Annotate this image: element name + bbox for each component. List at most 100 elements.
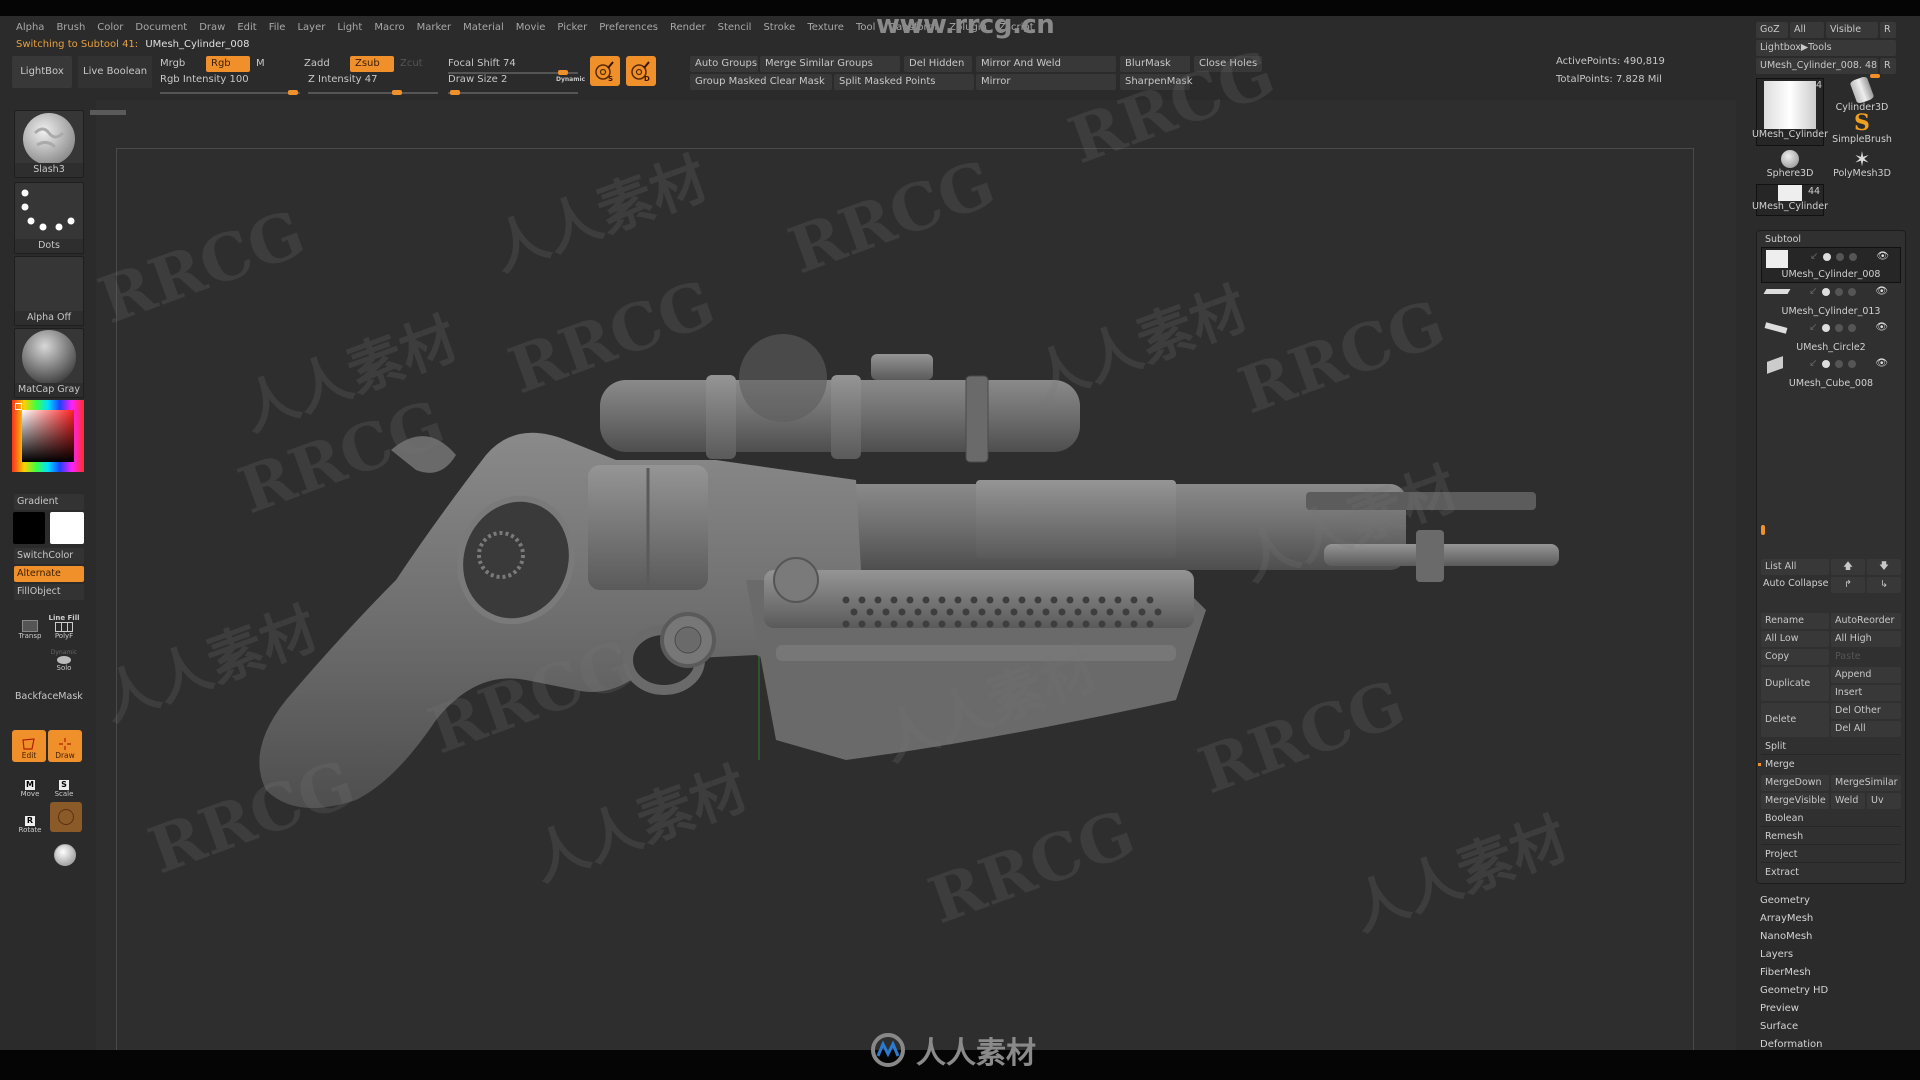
subtool-item[interactable]: ↙ 👁 UMesh_Cube_008 [1761, 355, 1901, 391]
menu-stroke[interactable]: Stroke [757, 20, 801, 36]
draw-mode-button[interactable]: Draw [48, 730, 82, 762]
polypaint-toggle[interactable] [1822, 323, 1831, 332]
section-deformation[interactable]: Deformation [1760, 1039, 1822, 1050]
all-low-button[interactable]: All Low [1761, 631, 1829, 647]
del-hidden-button[interactable]: Del Hidden [904, 56, 972, 72]
slider-knob[interactable] [392, 90, 402, 95]
polyf-button[interactable]: Line Fill PolyF [48, 610, 80, 640]
tool-thumb-polymesh3d[interactable]: ✶ PolyMesh3D [1828, 149, 1896, 179]
menu-stencil[interactable]: Stencil [712, 20, 758, 36]
menu-marker[interactable]: Marker [411, 20, 458, 36]
main-color-swatch[interactable] [13, 512, 45, 544]
menu-draw[interactable]: Draw [193, 20, 231, 36]
shadow-toggle[interactable] [1836, 252, 1845, 261]
shadow-toggle[interactable] [1835, 359, 1844, 368]
extract-section[interactable]: Extract [1761, 865, 1901, 881]
solo-toggle[interactable] [1848, 323, 1857, 332]
section-geometry[interactable]: Geometry [1760, 895, 1810, 906]
insert-button[interactable]: Insert [1831, 685, 1901, 701]
solo-button[interactable]: Dynamic Solo [48, 642, 80, 672]
mirror-button[interactable]: Mirror [976, 74, 1116, 90]
auto-groups-button[interactable]: Auto Groups [690, 56, 758, 72]
boolean-section[interactable]: Boolean [1761, 811, 1901, 827]
merge-section[interactable]: Merge [1761, 757, 1901, 773]
paste-button[interactable]: Paste [1831, 649, 1901, 665]
m-button[interactable]: M [256, 57, 265, 71]
canvas-viewport[interactable]: RRCG 人人素材 RRCG RRCG 人人素材 人人素材 RRCG RRCG … [90, 36, 1736, 1066]
gun-model[interactable] [96, 100, 1736, 1066]
gizmo-button[interactable] [50, 802, 82, 832]
color-picker[interactable] [12, 400, 84, 472]
subtool-scroll-indicator[interactable] [1761, 525, 1765, 535]
zcut-button[interactable]: Zcut [400, 57, 423, 71]
section-surface[interactable]: Surface [1760, 1021, 1798, 1032]
solo-toggle[interactable] [1848, 359, 1857, 368]
menu-texture[interactable]: Texture [801, 20, 850, 36]
move-up-button[interactable]: 🡅 [1831, 559, 1865, 575]
polypaint-toggle[interactable] [1823, 252, 1832, 261]
delete-button[interactable]: Delete [1761, 703, 1829, 737]
scale-mode-button[interactable]: S Scale [48, 768, 80, 798]
duplicate-button[interactable]: Duplicate [1761, 667, 1829, 701]
shadow-toggle[interactable] [1835, 323, 1844, 332]
copy-button[interactable]: Copy [1761, 649, 1829, 665]
eye-icon[interactable]: 👁 [1875, 286, 1888, 297]
rgb-button[interactable]: Rgb [206, 56, 250, 72]
auto-reorder-button[interactable]: AutoReorder [1831, 613, 1901, 629]
del-all-button[interactable]: Del All [1831, 721, 1901, 737]
menu-macro[interactable]: Macro [368, 20, 410, 36]
r-button-2[interactable]: R [1880, 58, 1896, 74]
current-tool-slider[interactable]: UMesh_Cylinder_008. 48 [1756, 58, 1878, 74]
section-layers[interactable]: Layers [1760, 949, 1793, 960]
menu-light[interactable]: Light [331, 20, 368, 36]
menu-alpha[interactable]: Alpha [10, 20, 50, 36]
split-masked-points-button[interactable]: Split Masked Points [834, 74, 974, 90]
solo-toggle[interactable] [1848, 287, 1857, 296]
switch-color-button[interactable]: SwitchColor [14, 548, 84, 564]
document-tab[interactable] [90, 110, 126, 115]
sharpen-mask-button[interactable]: SharpenMask [1120, 74, 1193, 90]
uv-button[interactable]: Uv [1867, 793, 1901, 809]
list-all-button[interactable]: List All [1761, 559, 1829, 575]
turn-right-button[interactable]: ↱ [1831, 577, 1865, 593]
eye-icon[interactable]: 👁 [1876, 251, 1889, 262]
split-section[interactable]: Split [1761, 739, 1901, 755]
section-preview[interactable]: Preview [1760, 1003, 1799, 1014]
section-geometry-hd[interactable]: Geometry HD [1760, 985, 1828, 996]
polypaint-toggle[interactable] [1822, 359, 1831, 368]
shadow-toggle[interactable] [1835, 287, 1844, 296]
fill-object-button[interactable]: FillObject [14, 584, 84, 600]
dynamic-toggle[interactable]: Dynamic [556, 76, 585, 83]
rotate-mode-button[interactable]: R Rotate [14, 804, 46, 834]
transp-button[interactable]: Transp [14, 610, 46, 640]
move-down-button[interactable]: 🡇 [1867, 559, 1901, 575]
auto-collapse-button[interactable]: Auto Collapse [1763, 578, 1828, 589]
section-fibermesh[interactable]: FiberMesh [1760, 967, 1811, 978]
zadd-button[interactable]: Zadd [304, 57, 330, 71]
merge-similar-groups-button[interactable]: Merge Similar Groups [760, 56, 900, 72]
turn-down-button[interactable]: ↳ [1867, 577, 1901, 593]
menu-preferences[interactable]: Preferences [593, 20, 664, 36]
sculptris-d-button[interactable]: D [626, 56, 656, 86]
visible-button[interactable]: Visible [1826, 22, 1878, 38]
material-picker[interactable]: MatCap Gray [14, 328, 84, 398]
subtool-title[interactable]: Subtool [1765, 234, 1801, 245]
section-arraymesh[interactable]: ArrayMesh [1760, 913, 1813, 924]
lightbox-tools-button[interactable]: Lightbox▶Tools [1756, 40, 1896, 56]
menu-file[interactable]: File [263, 20, 292, 36]
tool-thumb-sphere3d[interactable]: Sphere3D [1756, 150, 1824, 179]
eye-icon[interactable]: 👁 [1875, 358, 1888, 369]
group-masked-clear-mask-button[interactable]: Group Masked Clear Mask [690, 74, 832, 90]
lightbox-button[interactable]: LightBox [12, 56, 72, 88]
brush-picker[interactable]: Slash3 [14, 110, 84, 178]
z-intensity-slider[interactable] [308, 90, 438, 95]
secondary-color-swatch[interactable] [50, 512, 84, 544]
subtool-item-active[interactable]: ↙ 👁 UMesh_Cylinder_008 [1761, 247, 1901, 283]
spotlight-icon[interactable] [54, 844, 76, 866]
append-button[interactable]: Append [1831, 667, 1901, 683]
polypaint-toggle[interactable] [1822, 287, 1831, 296]
menu-movie[interactable]: Movie [510, 20, 552, 36]
slider-knob[interactable] [288, 90, 298, 95]
eye-icon[interactable]: 👁 [1875, 322, 1888, 333]
remesh-section[interactable]: Remesh [1761, 829, 1901, 845]
